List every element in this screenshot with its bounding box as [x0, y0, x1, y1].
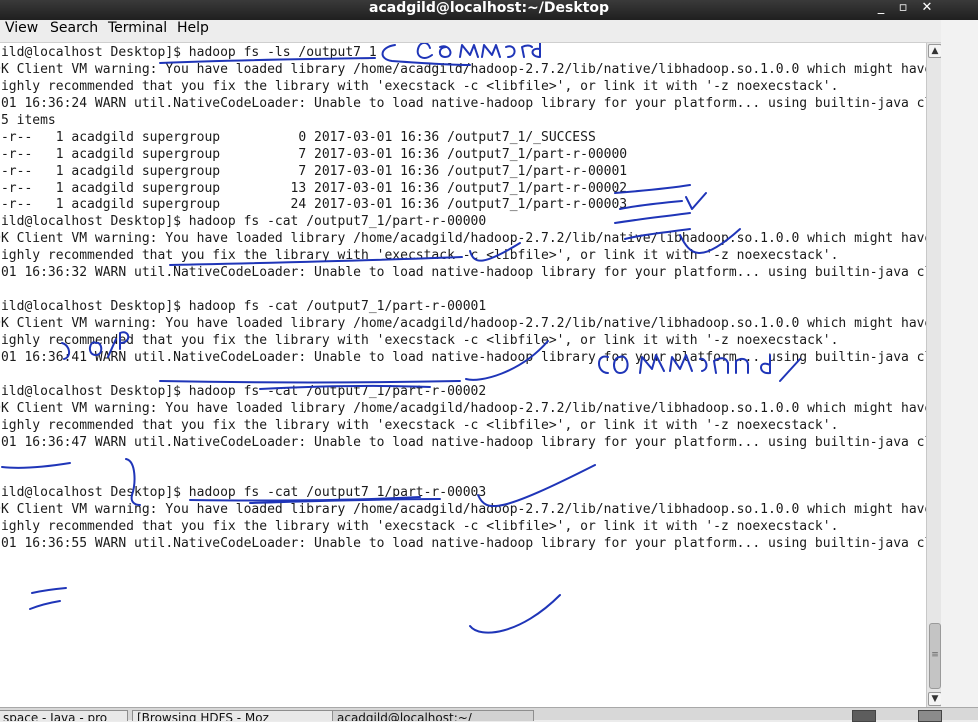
taskbar-item-eclipse[interactable]: space - Java - pro — [0, 710, 128, 721]
terminal-line: -rw-r--r-- 1 acadgild supergroup 13 2017… — [0, 180, 628, 196]
taskbar-item-firefox[interactable]: [Browsing HDFS - Moz — [132, 710, 334, 721]
terminal-line: 17/03/01 16:36:24 WARN util.NativeCodeLo… — [0, 95, 926, 111]
taskbar: space - Java - pro [Browsing HDFS - Moz … — [0, 707, 978, 722]
terminal-line: It's highly recommended that you fix the… — [0, 519, 839, 535]
terminal-line: [acadgild@localhost Desktop]$ hadoop fs … — [0, 485, 487, 501]
menu-help[interactable]: Help — [177, 20, 209, 42]
menu-view[interactable]: View — [5, 20, 38, 42]
terminal-line: [acadgild@localhost Desktop]$ hadoop fs … — [0, 383, 487, 399]
menu-terminal[interactable]: Terminal — [108, 20, 167, 42]
maximize-icon[interactable]: ▫ — [894, 0, 912, 20]
grip-icon: ≡ — [931, 650, 939, 660]
terminal-output[interactable]: [acadgild@localhost Desktop]$ hadoop fs … — [0, 43, 926, 707]
terminal-line: It's highly recommended that you fix the… — [0, 78, 839, 94]
terminal-line: It's highly recommended that you fix the… — [0, 417, 839, 433]
terminal-line: [acadgild@localhost Desktop]$ hadoop fs … — [0, 214, 487, 230]
terminal-line: -rw-r--r-- 1 acadgild supergroup 7 2017-… — [0, 163, 628, 179]
tray-icon[interactable] — [918, 710, 942, 722]
terminal-scrollbar[interactable]: ▲ ≡ ▼ — [926, 43, 942, 707]
terminal-line: It's highly recommended that you fix the… — [0, 248, 839, 264]
terminal-line: Found 5 items — [0, 112, 56, 128]
scroll-up-icon[interactable]: ▲ — [928, 44, 942, 58]
workspace-switcher-icon[interactable] — [852, 710, 876, 722]
terminal-line: 17/03/01 16:36:41 WARN util.NativeCodeLo… — [0, 349, 926, 365]
terminal-line: [acadgild@localhost Desktop]$ hadoop fs … — [0, 299, 487, 315]
minimize-icon[interactable]: _ — [872, 0, 890, 20]
window-title: acadgild@localhost:~/Desktop — [369, 0, 609, 16]
taskbar-item-terminal[interactable]: acadgild@localhost:~/ — [332, 710, 534, 721]
scrollbar-thumb[interactable]: ≡ — [929, 623, 941, 689]
terminal-line: -rw-r--r-- 1 acadgild supergroup 0 2017-… — [0, 129, 596, 145]
terminal-line: OpenJDK Client VM warning: You have load… — [0, 400, 926, 416]
terminal-line: OpenJDK Client VM warning: You have load… — [0, 231, 926, 247]
terminal-line: [acadgild@localhost Desktop]$ hadoop fs … — [0, 45, 377, 60]
terminal-line: OpenJDK Client VM warning: You have load… — [0, 61, 926, 77]
menu-search[interactable]: Search — [50, 20, 98, 42]
close-icon[interactable]: ✕ — [918, 0, 936, 20]
terminal-line: -rw-r--r-- 1 acadgild supergroup 7 2017-… — [0, 146, 628, 162]
terminal-line: It's highly recommended that you fix the… — [0, 332, 839, 348]
window-titlebar[interactable]: acadgild@localhost:~/Desktop _ ▫ ✕ — [0, 0, 978, 20]
terminal-line: OpenJDK Client VM warning: You have load… — [0, 502, 926, 518]
terminal-line: 17/03/01 16:36:55 WARN util.NativeCodeLo… — [0, 536, 926, 552]
terminal-line: 17/03/01 16:36:47 WARN util.NativeCodeLo… — [0, 434, 926, 450]
desktop-edge — [941, 20, 978, 707]
scroll-down-icon[interactable]: ▼ — [928, 692, 942, 706]
terminal-line: OpenJDK Client VM warning: You have load… — [0, 316, 926, 331]
terminal-line: -rw-r--r-- 1 acadgild supergroup 24 2017… — [0, 197, 628, 213]
terminal-text: [acadgild@localhost Desktop]$ hadoop fs … — [0, 45, 926, 553]
menu-bar: View Search Terminal Help — [0, 20, 978, 43]
terminal-line: 17/03/01 16:36:32 WARN util.NativeCodeLo… — [0, 265, 926, 281]
